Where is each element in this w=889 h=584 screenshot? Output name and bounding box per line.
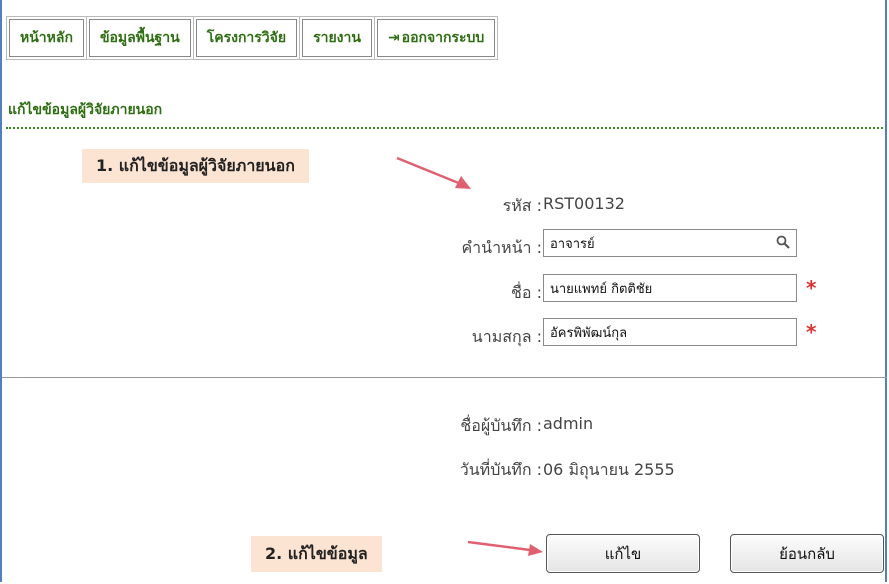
- title-label: คำนำหน้า :: [461, 238, 542, 257]
- nav-tab-research-projects[interactable]: โครงการวิจัย: [192, 16, 301, 60]
- recorder-value: admin: [543, 414, 594, 433]
- name-field[interactable]: นายแพทย์ กิตติชัย: [543, 274, 797, 302]
- nav-tab-home[interactable]: หน้าหลัก: [6, 16, 87, 60]
- edit-button[interactable]: แก้ไข: [546, 534, 700, 573]
- surname-field[interactable]: อัครพิพัฒน์กุล: [543, 318, 797, 346]
- name-label: ชื่อ :: [511, 283, 542, 302]
- code-value: RST00132: [543, 194, 625, 213]
- top-nav: หน้าหลัก ข้อมูลพื้นฐาน โครงการวิจัย รายง…: [6, 16, 499, 60]
- code-label: รหัส :: [502, 196, 542, 215]
- logout-icon: ⇥: [387, 30, 400, 46]
- title-field[interactable]: อาจารย์: [543, 229, 797, 257]
- record-date-value: 06 มิถุนายน 2555: [543, 460, 675, 479]
- name-field-value: นายแพทย์ กิตติชัย: [550, 281, 653, 297]
- nav-tab-basic-data[interactable]: ข้อมูลพื้นฐาน: [85, 16, 194, 60]
- page-title: แก้ไขข้อมูลผู้วิจัยภายนอก: [8, 102, 163, 118]
- nav-tab-reports[interactable]: รายงาน: [299, 16, 375, 60]
- callout-arrow-1: [396, 156, 471, 189]
- search-icon[interactable]: [776, 235, 790, 249]
- back-button[interactable]: ย้อนกลับ: [730, 534, 884, 573]
- recorder-label: ชื่อผู้บันทึก :: [460, 416, 542, 435]
- callout-step-2: 2. แก้ไขข้อมูล: [251, 536, 382, 572]
- nav-tab-logout[interactable]: ⇥ ออกจากระบบ: [373, 16, 499, 60]
- surname-field-value: อัครพิพัฒน์กุล: [550, 325, 628, 341]
- title-divider: [6, 127, 883, 129]
- callout-step-1: 1. แก้ไขข้อมูลผู้วิจัยภายนอก: [82, 149, 309, 183]
- surname-required-mark: *: [806, 320, 817, 344]
- title-field-value: อาจารย์: [550, 236, 595, 252]
- nav-tab-logout-label: ออกจากระบบ: [401, 30, 485, 46]
- callout-arrow-2: [467, 540, 543, 556]
- record-date-label: วันที่บันทึก :: [459, 460, 542, 479]
- name-required-mark: *: [806, 276, 817, 300]
- surname-label: นามสกุล :: [471, 327, 542, 346]
- form-divider: [2, 377, 887, 378]
